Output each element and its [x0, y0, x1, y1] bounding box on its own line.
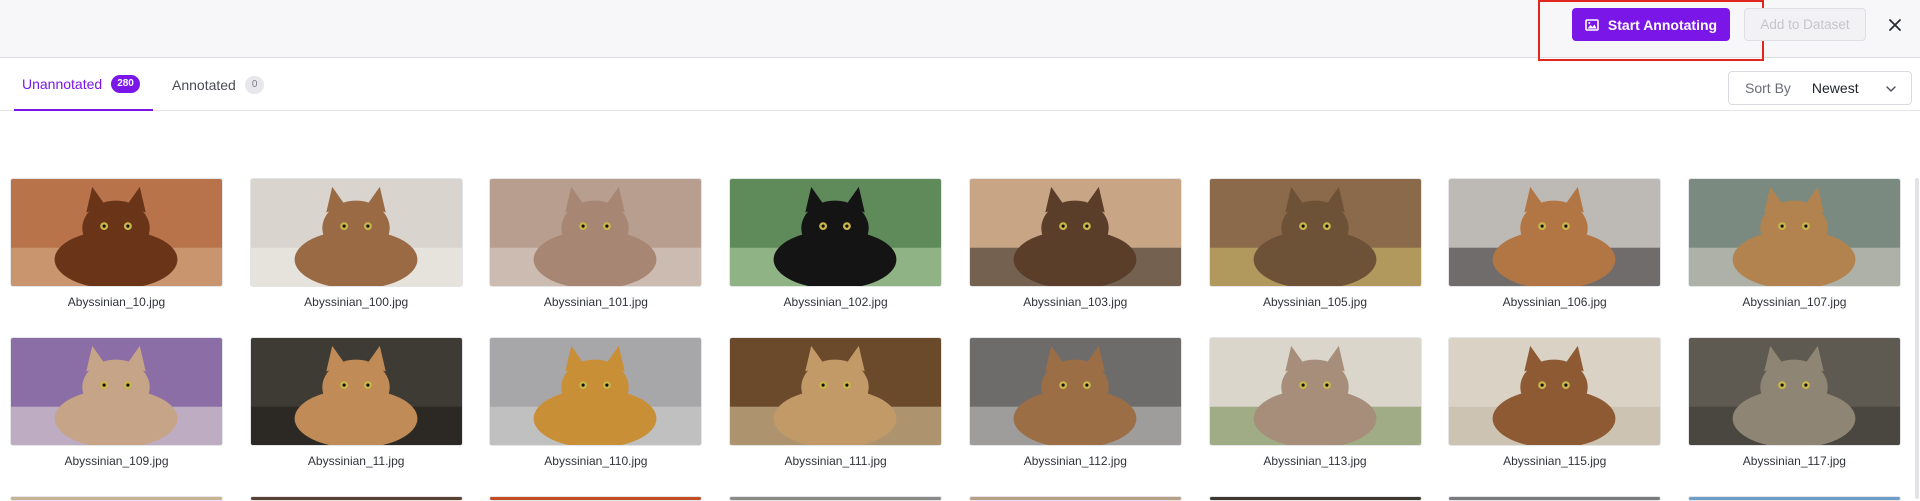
image-thumbnail[interactable]	[1687, 337, 1901, 446]
image-card[interactable]: Abyssinian_110.jpg	[489, 337, 703, 468]
image-filename: Abyssinian_115.jpg	[1503, 454, 1607, 468]
image-thumbnail[interactable]	[729, 178, 943, 287]
image-thumbnail[interactable]	[249, 337, 463, 446]
sort-value: Newest	[1811, 80, 1859, 96]
image-thumbnail[interactable]	[1448, 178, 1662, 287]
image-thumbnail[interactable]	[249, 178, 463, 287]
image-filename: Abyssinian_109.jpg	[64, 454, 169, 468]
image-card[interactable]: Abyssinian_102.jpg	[729, 178, 943, 309]
image-thumbnail[interactable]	[729, 337, 943, 446]
image-thumbnail[interactable]	[968, 337, 1182, 446]
tab-annotated[interactable]: Annotated 0	[172, 58, 282, 111]
highlight-annotation-box	[1538, 0, 1764, 61]
image-filename: Abyssinian_117.jpg	[1742, 454, 1846, 468]
image-filename: Abyssinian_105.jpg	[1262, 295, 1368, 309]
image-thumbnail[interactable]	[10, 178, 223, 287]
sort-label: Sort By	[1745, 80, 1791, 96]
image-card[interactable]: Abyssinian_100.jpg	[249, 178, 463, 309]
chevron-down-icon	[1886, 86, 1896, 92]
image-card[interactable]: Abyssinian_11.jpg	[249, 337, 463, 468]
image-card[interactable]: Abyssinian_115.jpg	[1448, 337, 1662, 468]
image-filename: Abyssinian_113.jpg	[1263, 454, 1367, 468]
tab-label: Unannotated	[22, 75, 103, 92]
add-to-dataset-button[interactable]: Add to Dataset	[1744, 8, 1866, 41]
close-icon	[1889, 19, 1901, 31]
image-thumbnail[interactable]	[10, 337, 223, 446]
close-button[interactable]	[1884, 14, 1906, 36]
image-filename: Abyssinian_103.jpg	[1023, 295, 1128, 309]
image-card[interactable]: Abyssinian_112.jpg	[968, 337, 1182, 468]
tab-unannotated[interactable]: Unannotated 280	[14, 58, 153, 111]
image-filename: Abyssinian_112.jpg	[1023, 454, 1127, 468]
count-badge: 0	[244, 75, 265, 94]
image-card[interactable]: Abyssinian_105.jpg	[1208, 178, 1422, 309]
image-card[interactable]: Abyssinian_106.jpg	[1448, 178, 1662, 309]
image-card[interactable]: Abyssinian_117.jpg	[1687, 337, 1901, 468]
image-thumbnail[interactable]	[489, 337, 703, 446]
count-badge: 280	[111, 74, 140, 93]
image-thumbnail[interactable]	[1687, 178, 1901, 287]
sort-dropdown[interactable]: Sort By Newest	[1728, 71, 1912, 105]
image-filename: Abyssinian_101.jpg	[543, 295, 648, 309]
image-filename: Abyssinian_111.jpg	[784, 454, 887, 468]
image-filename: Abyssinian_11.jpg	[307, 454, 405, 468]
image-card[interactable]: Abyssinian_10.jpg	[10, 178, 223, 309]
image-thumbnail[interactable]	[968, 178, 1182, 287]
image-thumbnail[interactable]	[1208, 337, 1422, 446]
image-card[interactable]: Abyssinian_101.jpg	[489, 178, 703, 309]
image-filename: Abyssinian_110.jpg	[544, 454, 648, 468]
image-filename: Abyssinian_107.jpg	[1742, 295, 1847, 309]
scrollbar[interactable]	[1915, 178, 1919, 499]
tab-bar: Unannotated 280 Annotated 0	[0, 58, 1920, 111]
image-filename: Abyssinian_106.jpg	[1502, 295, 1607, 309]
top-toolbar: Start Annotating Add to Dataset	[0, 0, 1920, 61]
image-thumbnail[interactable]	[489, 178, 703, 287]
image-card[interactable]: Abyssinian_103.jpg	[968, 178, 1182, 309]
tab-label: Annotated	[172, 76, 236, 93]
image-filename: Abyssinian_10.jpg	[67, 295, 166, 309]
image-thumbnail[interactable]	[1448, 337, 1662, 446]
image-thumbnail[interactable]	[1208, 178, 1422, 287]
image-card[interactable]: Abyssinian_113.jpg	[1208, 337, 1422, 468]
image-filename: Abyssinian_100.jpg	[304, 295, 409, 309]
image-card[interactable]: Abyssinian_109.jpg	[10, 337, 223, 468]
image-card[interactable]: Abyssinian_107.jpg	[1687, 178, 1901, 309]
image-filename: Abyssinian_102.jpg	[783, 295, 888, 309]
image-card[interactable]: Abyssinian_111.jpg	[729, 337, 943, 468]
